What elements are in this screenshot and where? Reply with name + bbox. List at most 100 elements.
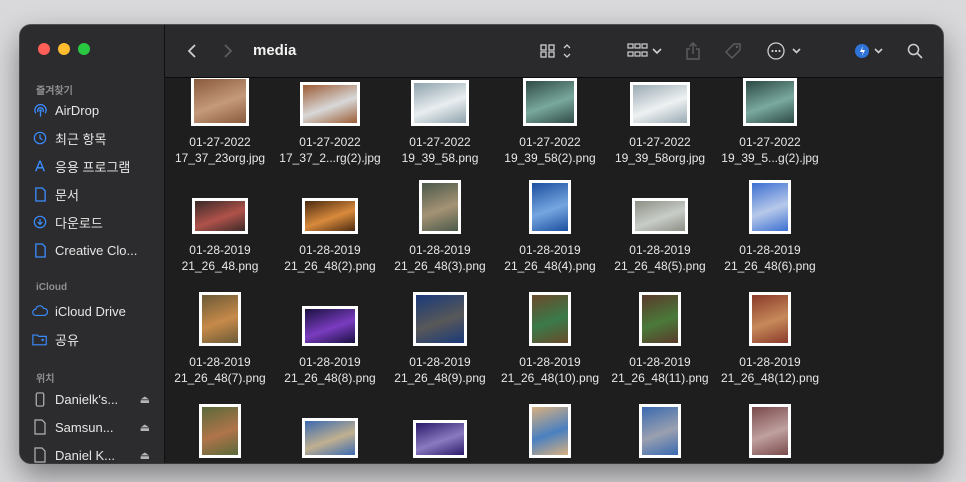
thumbnail-image (633, 85, 687, 123)
more-actions-button[interactable] (767, 25, 801, 77)
ellipsis-circle-icon (767, 42, 801, 60)
file-name-line: 01-28-2019 (299, 355, 361, 369)
file-name-line: 17_37_23org.jpg (174, 151, 266, 165)
file-item[interactable]: 01-28-2019 21_26_48(3).png (385, 180, 495, 274)
file-name: 01-28-2019 21_26_48(4).png (495, 242, 605, 274)
file-item[interactable]: 01-28-2019 21_26_48(11).png (605, 292, 715, 386)
sidebar-item-device[interactable]: Danielk's... ⏏ (32, 387, 160, 411)
share-button[interactable] (685, 25, 701, 77)
file-item[interactable] (165, 404, 275, 458)
file-name-line: 01-28-2019 (629, 355, 691, 369)
folder-title: media (253, 42, 297, 59)
file-item[interactable]: 01-27-2022 19_39_58org.jpg (605, 82, 715, 166)
file-item[interactable] (495, 404, 605, 458)
file-name: 01-28-2019 21_26_48(5).png (605, 242, 715, 274)
sidebar-item-label: 다운로드 (55, 215, 103, 231)
file-thumbnail (302, 306, 358, 346)
grid-view-icon (540, 44, 571, 58)
file-name: 01-27-2022 19_39_58(2).png (495, 134, 605, 166)
file-thumbnail (639, 292, 681, 346)
sidebar-item-label: 공유 (55, 332, 79, 348)
file-thumbnail (529, 292, 571, 346)
file-name-line: 01-28-2019 (189, 355, 251, 369)
file-name-line: 21_26_48(3).png (394, 259, 486, 273)
file-name: 01-28-2019 21_26_48(7).png (165, 354, 275, 386)
back-button[interactable] (187, 25, 197, 77)
file-item[interactable]: 01-27-2022 19_39_5...g(2).jpg (715, 78, 825, 166)
sidebar-item-samsung[interactable]: Samsun... ⏏ (32, 415, 160, 439)
group-icon (627, 43, 662, 57)
file-name-line: 21_26_48(4).png (504, 259, 596, 273)
shared-folder-icon (32, 331, 48, 347)
group-button[interactable] (627, 25, 663, 77)
thumbnail-image (635, 201, 685, 231)
forward-button[interactable] (223, 25, 233, 77)
file-item[interactable] (715, 404, 825, 458)
file-item[interactable] (605, 404, 715, 458)
file-item[interactable]: 01-28-2019 21_26_48(2).png (275, 198, 385, 274)
file-item[interactable]: 01-28-2019 21_26_48.png (165, 198, 275, 274)
sidebar-item-recents[interactable]: 최근 항목 (32, 126, 160, 150)
file-item[interactable]: 01-28-2019 21_26_48(12).png (715, 292, 825, 386)
file-item[interactable]: 01-27-2022 17_37_23org.jpg (165, 78, 275, 166)
file-item[interactable]: 01-28-2019 21_26_48(10).png (495, 292, 605, 386)
file-name: 01-27-2022 19_39_58.png (385, 134, 495, 166)
file-name-line: 17_37_2...rg(2).jpg (279, 151, 381, 165)
sidebar-item-airdrop[interactable]: AirDrop (32, 98, 160, 122)
sidebar-item-documents[interactable]: 문서 (32, 182, 160, 206)
file-thumbnail (199, 404, 241, 458)
file-name-line: 01-28-2019 (519, 355, 581, 369)
file-item[interactable]: 01-28-2019 21_26_48(6).png (715, 180, 825, 274)
file-item[interactable]: 01-28-2019 21_26_48(7).png (165, 292, 275, 386)
sidebar-item-daniel-disk[interactable]: Daniel K... ⏏ (32, 443, 160, 463)
file-name: 01-27-2022 17_37_2...rg(2).jpg (275, 134, 385, 166)
eject-icon[interactable]: ⏏ (140, 421, 150, 434)
sidebar-item-applications[interactable]: 응용 프로그램 (32, 154, 160, 178)
file-name-line: 19_39_58org.jpg (614, 151, 706, 165)
file-item[interactable]: 01-28-2019 21_26_48(4).png (495, 180, 605, 274)
sidebar-item-label: 문서 (55, 187, 79, 203)
file-item[interactable]: 01-28-2019 21_26_48(9).png (385, 292, 495, 386)
file-name: 01-28-2019 21_26_48(6).png (715, 242, 825, 274)
close-button[interactable] (38, 43, 50, 55)
sidebar-item-shared[interactable]: 공유 (32, 327, 160, 351)
view-mode-button[interactable] (540, 25, 574, 77)
extension-button[interactable] (855, 25, 885, 77)
thumbnail-image (422, 183, 458, 231)
sidebar-item-downloads[interactable]: 다운로드 (32, 210, 160, 234)
file-name: 01-28-2019 21_26_48(9).png (385, 354, 495, 386)
file-item[interactable]: 01-27-2022 19_39_58(2).png (495, 78, 605, 166)
airdrop-icon (32, 102, 48, 118)
file-item[interactable] (275, 418, 385, 458)
eject-icon[interactable]: ⏏ (140, 449, 150, 462)
file-item[interactable]: 01-28-2019 21_26_48(8).png (275, 306, 385, 386)
sidebar-item-creative-cloud[interactable]: Creative Clo... (32, 238, 160, 262)
file-thumbnail (749, 180, 791, 234)
sidebar-header-icloud: iCloud (36, 282, 68, 293)
file-thumbnail (413, 292, 467, 346)
share-icon (686, 42, 700, 60)
file-thumbnail (302, 198, 358, 234)
file-name: 01-28-2019 21_26_48.png (165, 242, 275, 274)
file-name-line: 01-28-2019 (409, 355, 471, 369)
minimize-button[interactable] (58, 43, 70, 55)
sidebar-item-label: 응용 프로그램 (55, 159, 131, 175)
sidebar-item-icloud-drive[interactable]: iCloud Drive (32, 299, 160, 323)
zoom-button[interactable] (78, 43, 90, 55)
file-name-line: 21_26_48.png (181, 259, 259, 273)
phone-icon (32, 391, 48, 407)
thumbnail-image (195, 201, 245, 231)
thumbnail-image (526, 81, 574, 123)
file-thumbnail (749, 404, 791, 458)
file-item[interactable]: 01-28-2019 21_26_48(5).png (605, 198, 715, 274)
thumbnail-image (532, 183, 568, 231)
file-name-line: 21_26_48(9).png (394, 371, 486, 385)
file-item[interactable] (385, 420, 495, 458)
search-button[interactable] (907, 25, 923, 77)
chevron-right-icon (224, 44, 233, 58)
file-item[interactable]: 01-27-2022 19_39_58.png (385, 80, 495, 166)
tag-button[interactable] (723, 25, 743, 77)
file-item[interactable]: 01-27-2022 17_37_2...rg(2).jpg (275, 82, 385, 166)
eject-icon[interactable]: ⏏ (140, 393, 150, 406)
file-thumbnail (413, 420, 467, 458)
